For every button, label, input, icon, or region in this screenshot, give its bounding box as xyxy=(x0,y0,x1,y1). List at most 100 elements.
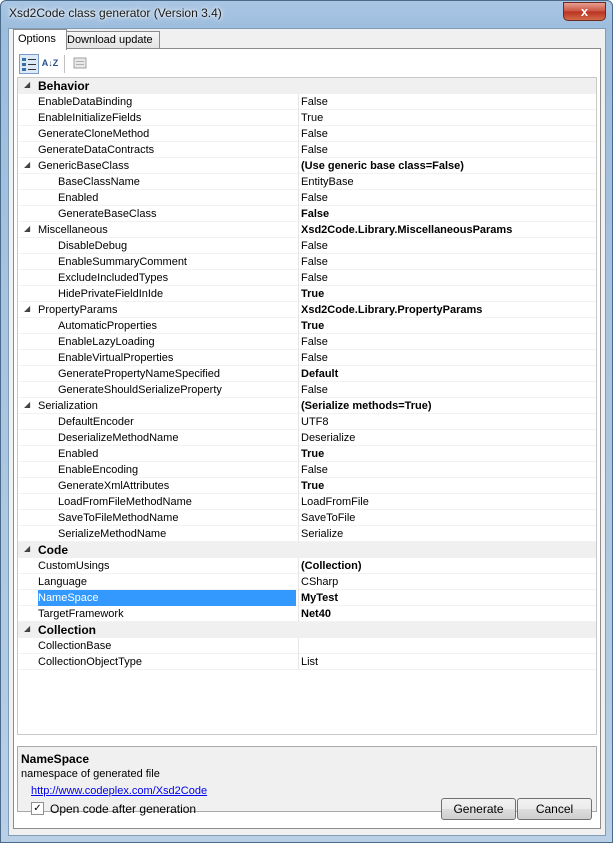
grid-property-row[interactable]: HidePrivateFieldInIde True xyxy=(18,286,596,302)
generate-button[interactable]: Generate xyxy=(441,798,516,820)
grid-property-row[interactable]: EnableEncoding False xyxy=(18,462,596,478)
property-value[interactable]: True xyxy=(298,286,596,302)
grid-property-row[interactable]: Language CSharp xyxy=(18,574,596,590)
title-bar[interactable]: Xsd2Code class generator (Version 3.4) x xyxy=(1,1,612,27)
grid-property-row[interactable]: DeserializeMethodName Deserialize xyxy=(18,430,596,446)
property-value[interactable]: True xyxy=(298,110,596,126)
alphabetical-view-button[interactable]: A↓Z xyxy=(40,54,60,74)
property-value[interactable] xyxy=(298,638,596,654)
property-value[interactable]: False xyxy=(298,334,596,350)
codeplex-link[interactable]: http://www.codeplex.com/Xsd2Code xyxy=(31,785,207,797)
expand-collapse-icon[interactable]: ◢ xyxy=(24,544,34,554)
property-name: EnableDataBinding xyxy=(38,96,133,108)
property-value[interactable]: False xyxy=(298,94,596,110)
grid-property-row[interactable]: SaveToFileMethodName SaveToFile xyxy=(18,510,596,526)
property-value[interactable]: (Serialize methods=True) xyxy=(298,398,596,414)
property-value[interactable]: Xsd2Code.Library.MiscellaneousParams xyxy=(298,222,596,238)
property-value[interactable]: True xyxy=(298,446,596,462)
grid-property-row[interactable]: ExcludeIncludedTypes False xyxy=(18,270,596,286)
grid-property-row[interactable]: GenerateDataContracts False xyxy=(18,142,596,158)
property-value[interactable]: (Collection) xyxy=(298,558,596,574)
property-name: GenerateXmlAttributes xyxy=(58,480,170,492)
grid-property-row[interactable]: ◢ Miscellaneous Xsd2Code.Library.Miscellan… xyxy=(18,222,596,238)
property-value[interactable]: Default xyxy=(298,366,596,382)
property-value[interactable]: False xyxy=(298,462,596,478)
grid-property-row[interactable]: DisableDebug False xyxy=(18,238,596,254)
property-value[interactable]: False xyxy=(298,142,596,158)
grid-property-row[interactable]: AutomaticProperties True xyxy=(18,318,596,334)
property-name: HidePrivateFieldInIde xyxy=(58,288,164,300)
grid-property-row[interactable]: GenerateShouldSerializeProperty False xyxy=(18,382,596,398)
property-name: GenerateBaseClass xyxy=(58,208,157,220)
grid-property-row[interactable]: Enabled False xyxy=(18,190,596,206)
grid-property-row[interactable]: DefaultEncoder UTF8 xyxy=(18,414,596,430)
cancel-button[interactable]: Cancel xyxy=(517,798,592,820)
grid-property-row[interactable]: GenerateXmlAttributes True xyxy=(18,478,596,494)
tab-download-update[interactable]: Download update xyxy=(62,31,160,49)
expand-collapse-icon[interactable]: ◢ xyxy=(24,400,34,410)
grid-property-row[interactable]: EnableLazyLoading False xyxy=(18,334,596,350)
property-value[interactable]: Xsd2Code.Library.PropertyParams xyxy=(298,302,596,318)
property-value[interactable]: MyTest xyxy=(298,590,596,606)
property-value[interactable]: CSharp xyxy=(298,574,596,590)
grid-category-row[interactable]: ◢ Behavior xyxy=(18,78,596,94)
property-value[interactable]: True xyxy=(298,478,596,494)
property-value[interactable]: (Use generic base class=False) xyxy=(298,158,596,174)
grid-property-row[interactable]: GeneratePropertyNameSpecified Default xyxy=(18,366,596,382)
grid-category-row[interactable]: ◢ Collection xyxy=(18,622,596,638)
categorized-view-icon xyxy=(22,58,36,71)
property-value[interactable]: False xyxy=(298,350,596,366)
property-value[interactable]: LoadFromFile xyxy=(298,494,596,510)
property-value[interactable]: Serialize xyxy=(298,526,596,542)
categorized-view-button[interactable] xyxy=(19,54,39,74)
grid-property-row[interactable]: EnableVirtualProperties False xyxy=(18,350,596,366)
grid-property-row[interactable]: EnableDataBinding False xyxy=(18,94,596,110)
grid-property-row[interactable]: NameSpace MyTest xyxy=(18,590,596,606)
property-value[interactable]: Net40 xyxy=(298,606,596,622)
property-value[interactable]: False xyxy=(298,254,596,270)
property-value[interactable]: False xyxy=(298,382,596,398)
property-value[interactable]: UTF8 xyxy=(298,414,596,430)
grid-property-row[interactable]: EnableSummaryComment False xyxy=(18,254,596,270)
expand-collapse-icon[interactable]: ◢ xyxy=(24,80,34,90)
property-name: GenerateDataContracts xyxy=(38,144,155,156)
property-name: EnableVirtualProperties xyxy=(58,352,174,364)
property-value[interactable]: True xyxy=(298,318,596,334)
grid-property-row[interactable]: TargetFramework Net40 xyxy=(18,606,596,622)
property-value[interactable]: SaveToFile xyxy=(298,510,596,526)
grid-property-row[interactable]: BaseClassName EntityBase xyxy=(18,174,596,190)
property-value[interactable]: False xyxy=(298,238,596,254)
expand-collapse-icon[interactable]: ◢ xyxy=(24,224,34,234)
property-name: CollectionObjectType xyxy=(38,656,142,668)
open-code-checkbox[interactable]: ✓ xyxy=(31,802,44,815)
expand-collapse-icon[interactable]: ◢ xyxy=(24,304,34,314)
grid-property-row[interactable]: ◢ GenericBaseClass (Use generic base class… xyxy=(18,158,596,174)
expand-collapse-icon[interactable]: ◢ xyxy=(24,160,34,170)
tab-options[interactable]: Options xyxy=(13,29,67,50)
grid-category-row[interactable]: ◢ Code xyxy=(18,542,596,558)
property-name: Miscellaneous xyxy=(38,224,108,236)
grid-property-row[interactable]: CollectionObjectType List xyxy=(18,654,596,670)
property-value[interactable]: List xyxy=(298,654,596,670)
property-name: CustomUsings xyxy=(38,560,110,572)
window-title: Xsd2Code class generator (Version 3.4) xyxy=(9,6,222,20)
grid-property-row[interactable]: ◢ Serialization (Serialize methods=True) xyxy=(18,398,596,414)
grid-property-row[interactable]: CustomUsings (Collection) xyxy=(18,558,596,574)
expand-collapse-icon[interactable]: ◢ xyxy=(24,624,34,634)
property-value[interactable]: EntityBase xyxy=(298,174,596,190)
property-value[interactable]: False xyxy=(298,206,596,222)
property-pages-button[interactable] xyxy=(70,54,90,74)
grid-property-row[interactable]: CollectionBase xyxy=(18,638,596,654)
property-value[interactable]: False xyxy=(298,126,596,142)
grid-property-row[interactable]: GenerateBaseClass False xyxy=(18,206,596,222)
grid-property-row[interactable]: SerializeMethodName Serialize xyxy=(18,526,596,542)
grid-property-row[interactable]: Enabled True xyxy=(18,446,596,462)
grid-property-row[interactable]: GenerateCloneMethod False xyxy=(18,126,596,142)
close-button[interactable]: x xyxy=(563,2,606,21)
property-value[interactable]: False xyxy=(298,270,596,286)
property-value[interactable]: False xyxy=(298,190,596,206)
grid-property-row[interactable]: ◢ PropertyParams Xsd2Code.Library.Property… xyxy=(18,302,596,318)
property-value[interactable]: Deserialize xyxy=(298,430,596,446)
grid-property-row[interactable]: LoadFromFileMethodName LoadFromFile xyxy=(18,494,596,510)
grid-property-row[interactable]: EnableInitializeFields True xyxy=(18,110,596,126)
